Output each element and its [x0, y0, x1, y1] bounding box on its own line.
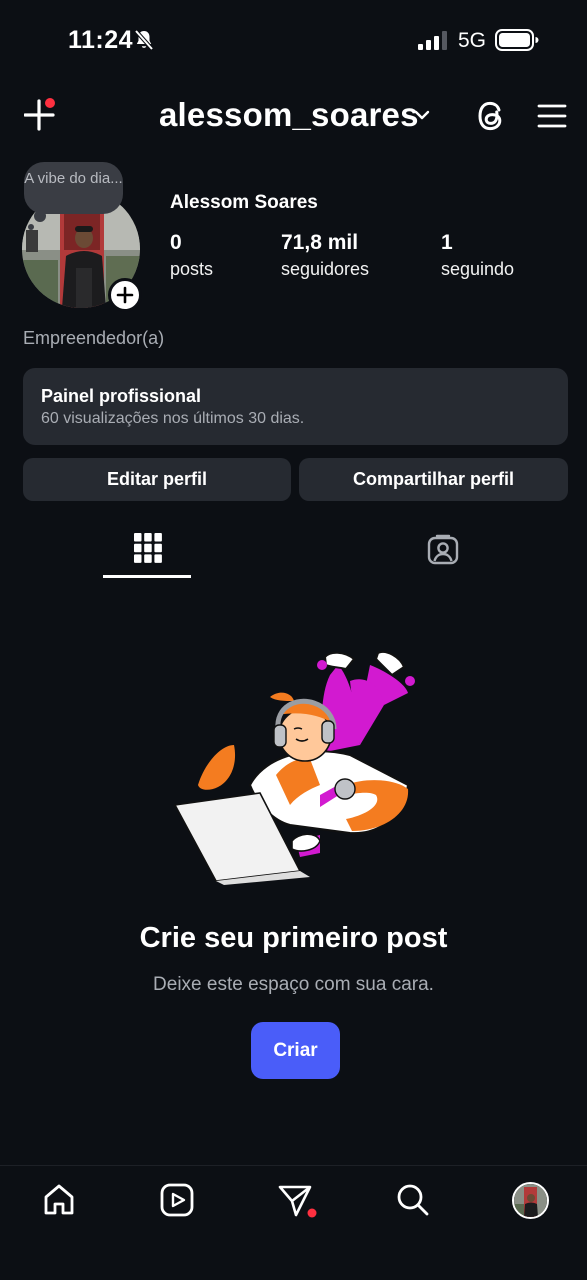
- direct-icon[interactable]: [278, 1183, 318, 1224]
- profile-display-name: Alessom Soares: [170, 192, 318, 213]
- reels-icon[interactable]: [160, 1183, 194, 1222]
- grid-icon[interactable]: [134, 533, 162, 568]
- plus-icon: [116, 286, 134, 304]
- signal-icon: [418, 31, 449, 55]
- professional-dashboard[interactable]: Painel profissional 60 visualizações nos…: [23, 368, 568, 445]
- add-story-button[interactable]: [108, 278, 142, 312]
- search-icon[interactable]: [396, 1183, 430, 1222]
- hamburger-menu-icon[interactable]: [537, 102, 567, 135]
- dashboard-subtitle: 60 visualizações nos últimos 30 dias.: [41, 410, 305, 427]
- note-text: A vibe do dia...: [24, 170, 123, 187]
- stat-following[interactable]: 1 seguindo: [441, 231, 514, 280]
- empty-state-subtitle: Deixe este espaço com sua cara.: [153, 974, 434, 995]
- empty-state-title: Crie seu primeiro post: [139, 922, 448, 954]
- note-bubble[interactable]: A vibe do dia...: [24, 162, 123, 230]
- status-time: 11:24: [68, 26, 134, 54]
- dashboard-title: Painel profissional: [41, 386, 202, 406]
- profile-username[interactable]: alessom_soares: [159, 96, 419, 134]
- nav-divider: [0, 1165, 587, 1166]
- create-post-button[interactable]: Criar: [251, 1022, 340, 1079]
- battery-icon: [495, 29, 539, 56]
- chevron-down-icon[interactable]: [414, 108, 430, 127]
- threads-icon[interactable]: [474, 98, 508, 139]
- share-profile-button[interactable]: Compartilhar perfil: [299, 458, 568, 501]
- stat-followers[interactable]: 71,8 mil seguidores: [281, 231, 369, 280]
- profile-category: Empreendedor(a): [23, 328, 165, 348]
- network-type: 5G: [458, 29, 487, 52]
- home-icon[interactable]: [42, 1183, 76, 1222]
- stat-posts-value: 0: [170, 231, 182, 254]
- stat-posts[interactable]: 0 posts: [170, 231, 213, 280]
- stat-following-value: 1: [441, 231, 453, 254]
- empty-state-illustration: [170, 645, 425, 890]
- instagram-profile-screen: 11:24 5G alessom_soares A vibe do dia...…: [0, 0, 587, 1280]
- tagged-icon[interactable]: [427, 533, 459, 570]
- stat-posts-label: posts: [170, 259, 214, 279]
- stat-followers-value: 71,8 mil: [281, 231, 359, 254]
- stat-following-label: seguindo: [441, 259, 515, 279]
- bell-muted-icon: [133, 29, 155, 56]
- create-plus-icon[interactable]: [23, 98, 58, 137]
- active-tab-indicator: [103, 575, 191, 578]
- stat-followers-label: seguidores: [281, 259, 370, 279]
- profile-avatar[interactable]: [512, 1182, 549, 1219]
- edit-profile-button[interactable]: Editar perfil: [23, 458, 291, 501]
